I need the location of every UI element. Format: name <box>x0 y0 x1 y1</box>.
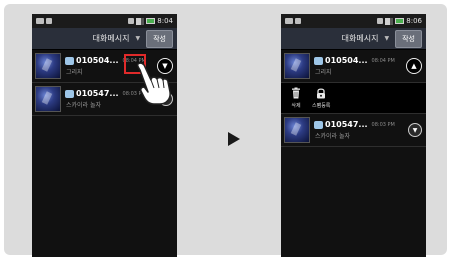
phone-screen-before: 8:04 대화메시지 ▼ 작성 010504... 08:04 PM 그리지 ▼ <box>32 14 177 257</box>
status-time: 8:06 <box>406 17 422 25</box>
delete-label: 삭제 <box>291 103 301 109</box>
collapse-up-icon[interactable]: ▲ <box>406 58 422 74</box>
usb-icon <box>285 18 293 24</box>
delete-button[interactable]: 삭제 <box>290 87 302 109</box>
thread-time: 08:03 PM <box>371 121 395 128</box>
wifi-icon <box>377 18 384 24</box>
next-step-arrow-icon <box>228 132 240 146</box>
avatar <box>284 53 310 79</box>
pointing-hand-icon <box>136 62 171 105</box>
tutorial-frame: 8:04 대화메시지 ▼ 작성 010504... 08:04 PM 그리지 ▼ <box>4 4 447 257</box>
dropdown-caret-icon[interactable]: ▼ <box>384 35 389 42</box>
spam-register-label: 스팸등록 <box>312 103 331 109</box>
notification-icon <box>46 18 52 24</box>
spam-lock-icon <box>317 88 326 99</box>
thread-row[interactable]: 010504... 08:04 PM 그리지 ▲ <box>281 50 426 83</box>
phone-screen-after: 8:06 대화메시지 ▼ 작성 010504... 08:04 PM 그리지 ▲ <box>281 14 426 257</box>
thread-number: 010504... <box>325 56 368 65</box>
page-title[interactable]: 대화메시지 <box>342 33 379 44</box>
status-bar: 8:04 <box>32 14 177 28</box>
contact-icon <box>65 56 74 65</box>
thread-number: 010504... <box>76 56 119 65</box>
notification-icon <box>295 18 301 24</box>
page-title[interactable]: 대화메시지 <box>93 33 130 44</box>
thread-number: 010547... <box>76 89 119 98</box>
contact-icon <box>314 120 323 129</box>
signal-icon <box>385 17 394 25</box>
title-bar: 대화메시지 ▼ 작성 <box>281 28 426 50</box>
usb-icon <box>36 18 44 24</box>
compose-button[interactable]: 작성 <box>146 29 173 48</box>
signal-icon <box>136 17 145 25</box>
thread-action-panel: 삭제 스팸등록 <box>281 83 426 114</box>
dropdown-caret-icon[interactable]: ▼ <box>135 35 140 42</box>
avatar <box>35 53 61 79</box>
thread-preview: 그리지 <box>315 69 332 76</box>
wifi-icon <box>128 18 135 24</box>
thread-row[interactable]: 010547... 08:03 PM 스카이라 놀자 ▼ <box>281 114 426 147</box>
contact-icon <box>65 89 74 98</box>
thread-preview: 스카이라 놀자 <box>315 133 351 140</box>
avatar <box>284 117 310 143</box>
compose-button[interactable]: 작성 <box>395 29 422 48</box>
thread-time: 08:04 PM <box>371 57 395 64</box>
battery-icon <box>395 18 405 24</box>
spam-register-button[interactable]: 스팸등록 <box>312 87 330 109</box>
expand-down-icon[interactable]: ▼ <box>408 123 422 137</box>
title-bar: 대화메시지 ▼ 작성 <box>32 28 177 50</box>
trash-icon <box>292 87 300 99</box>
status-bar: 8:06 <box>281 14 426 28</box>
status-time: 8:04 <box>157 17 173 25</box>
avatar <box>35 86 61 112</box>
contact-icon <box>314 56 323 65</box>
battery-icon <box>146 18 156 24</box>
thread-number: 010547... <box>325 120 368 129</box>
